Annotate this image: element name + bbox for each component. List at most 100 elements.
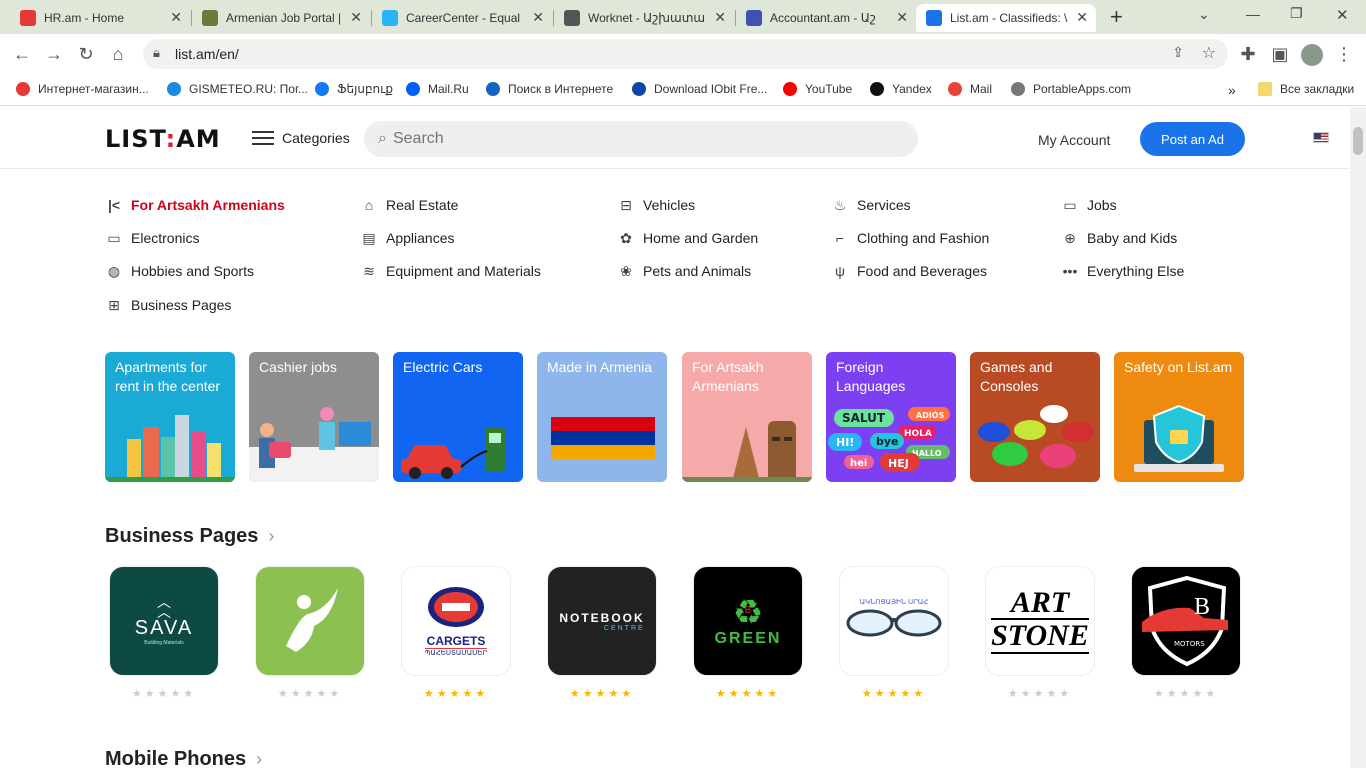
category-everything-else[interactable]: ••• Everything Else <box>1061 262 1185 280</box>
reload-icon[interactable]: ↻ <box>74 42 98 66</box>
city-buildings-icon <box>105 415 235 482</box>
star-icon: ★ <box>1153 688 1167 700</box>
business-b-motors[interactable]: B MOTORS <box>1131 566 1241 676</box>
more-bookmarks-icon[interactable]: » <box>1228 82 1236 98</box>
star-icon: ★ <box>131 688 145 700</box>
promo-tile-cashier-jobs[interactable]: Cashier jobs <box>249 352 379 482</box>
extensions-icon[interactable]: ✚ <box>1236 42 1260 66</box>
bookmark-item[interactable]: Ֆեյսբուք <box>315 82 393 96</box>
tab-worknet[interactable]: Worknet - Աշխատա ✕ <box>554 4 734 32</box>
page-scrollbar[interactable] <box>1350 107 1366 768</box>
rating-stars: ★★★★★ <box>255 687 365 700</box>
category-home-and-garden[interactable]: ✿ Home and Garden <box>617 229 758 247</box>
post-ad-button[interactable]: Post an Ad <box>1140 122 1245 156</box>
close-tab-icon[interactable]: ✕ <box>896 9 908 26</box>
business-green-figure[interactable] <box>255 566 365 676</box>
hr-favicon-icon <box>20 10 36 26</box>
business-cargets[interactable]: CARGETS ՊԱՀԵՍՏԱՄԱՍԵՐ <box>401 566 511 676</box>
search-input[interactable] <box>392 130 873 148</box>
category-food-and-beverages[interactable]: ψ Food and Beverages <box>831 262 987 280</box>
promo-tile-apartments[interactable]: Apartments for rent in the center <box>105 352 235 482</box>
star-icon: ★ <box>170 688 184 700</box>
bookmark-item[interactable]: Поиск в Интернете <box>486 82 613 96</box>
close-tab-icon[interactable]: ✕ <box>532 9 544 26</box>
bookmark-item[interactable]: Mail <box>948 82 992 96</box>
category-baby-and-kids[interactable]: ⊕ Baby and Kids <box>1061 229 1177 247</box>
business-art-stone[interactable]: ART STONE <box>985 566 1095 676</box>
chevron-right-icon: › <box>268 526 275 546</box>
promo-tile-electric-cars[interactable]: Electric Cars <box>393 352 523 482</box>
category-clothing-and-fashion[interactable]: ⌐ Clothing and Fashion <box>831 229 989 247</box>
business-sava[interactable]: ︿ ︿ SAVA Building Materials <box>109 566 219 676</box>
promo-tile-safety[interactable]: Safety on List.am <box>1114 352 1244 482</box>
new-tab-button[interactable]: + <box>1110 4 1123 30</box>
folder-icon <box>1258 82 1272 96</box>
tab-list-am[interactable]: List.am - Classifieds: \ ✕ <box>916 4 1096 32</box>
category-jobs[interactable]: ▭ Jobs <box>1061 196 1116 214</box>
bookmark-item[interactable]: GISMETEO.RU: Пог... <box>167 82 308 96</box>
back-icon[interactable]: ← <box>10 42 34 66</box>
us-flag-icon[interactable] <box>1313 132 1329 143</box>
bookmark-item[interactable]: PortableApps.com <box>1011 82 1131 96</box>
ball-icon: ◍ <box>107 262 121 279</box>
bookmark-star-icon[interactable]: ☆ <box>1202 43 1216 63</box>
bookmark-item[interactable]: YouTube <box>783 82 852 96</box>
category-for-artsakh-armenians[interactable]: |< For Artsakh Armenians <box>105 196 285 214</box>
category-pets-and-animals[interactable]: ❀ Pets and Animals <box>617 262 751 280</box>
close-tab-icon[interactable]: ✕ <box>350 9 362 26</box>
bookmark-item[interactable]: Интернет-магазин... <box>16 82 149 96</box>
profile-avatar[interactable] <box>1301 44 1323 66</box>
close-window-icon[interactable]: ✕ <box>1336 6 1349 24</box>
bookmark-item[interactable]: Yandex <box>870 82 932 96</box>
star-icon: ★ <box>913 688 927 700</box>
star-icon: ★ <box>462 688 476 700</box>
tab-accountant[interactable]: Accountant.am - Աշ ✕ <box>736 4 916 32</box>
category-electronics[interactable]: ▭ Electronics <box>105 229 199 247</box>
tab-search-chevron-icon[interactable]: ⌄ <box>1198 6 1210 23</box>
category-services[interactable]: ♨ Services <box>831 196 911 214</box>
forward-icon[interactable]: → <box>42 42 66 66</box>
promo-tile-games-consoles[interactable]: Games and Consoles <box>970 352 1100 482</box>
all-bookmarks-folder[interactable]: Все закладки <box>1258 82 1354 96</box>
menu-icon[interactable]: ⋮ <box>1332 42 1356 66</box>
tab-hr-am[interactable]: HR.am - Home ✕ <box>10 4 190 32</box>
home-icon[interactable]: ⌂ <box>106 42 130 66</box>
close-tab-icon[interactable]: ✕ <box>714 9 726 26</box>
close-tab-icon[interactable]: ✕ <box>1076 9 1088 26</box>
business-green[interactable]: ♻ B GREEN <box>693 566 803 676</box>
cashier-illustration-icon <box>249 407 379 482</box>
scrollbar-thumb[interactable] <box>1353 127 1363 155</box>
mobile-phones-heading[interactable]: Mobile Phones › <box>105 748 262 768</box>
business-pages-heading[interactable]: Business Pages › <box>105 525 274 548</box>
chevron-right-icon: › <box>256 749 263 768</box>
promo-tile-foreign-languages[interactable]: Foreign Languages SALUT ADIÓS HOLA HI! b… <box>826 352 956 482</box>
categories-button[interactable]: Categories <box>252 127 350 149</box>
laptop-icon: ▭ <box>107 229 121 246</box>
my-account-link[interactable]: My Account <box>1038 132 1110 148</box>
search-icon: ⌕ <box>378 130 387 147</box>
bookmark-item[interactable]: Mail.Ru <box>406 82 469 96</box>
restore-icon[interactable]: ❐ <box>1290 5 1303 22</box>
tab-armenian-job-portal[interactable]: Armenian Job Portal | ✕ <box>192 4 370 32</box>
business-notebook-centre[interactable]: NOTEBOOK CENTRE <box>547 566 657 676</box>
search-bar[interactable]: ⌕ <box>364 121 918 157</box>
close-tab-icon[interactable]: ✕ <box>170 9 182 26</box>
category-vehicles[interactable]: ⊟ Vehicles <box>617 196 695 214</box>
tab-careercenter[interactable]: CareerCenter - Equal ✕ <box>372 4 552 32</box>
minimize-icon[interactable]: — <box>1246 6 1260 22</box>
business-optics-salon[interactable]: ԱԿՆՈՑԱՅԻՆ ՍՐԱՀ <box>839 566 949 676</box>
address-bar[interactable]: 🔒︎ list.am/en/ ⇪ ☆ <box>143 39 1228 69</box>
category-hobbies-and-sports[interactable]: ◍ Hobbies and Sports <box>105 262 254 280</box>
category-equipment-and-materials[interactable]: ≋ Equipment and Materials <box>360 262 541 280</box>
list-am-logo[interactable]: LIST:AM <box>105 125 221 153</box>
category-appliances[interactable]: ▤ Appliances <box>360 229 454 247</box>
promo-tile-artsakh[interactable]: For Artsakh Armenians <box>682 352 812 482</box>
side-panel-icon[interactable]: ▣ <box>1268 42 1292 66</box>
promo-tile-made-in-armenia[interactable]: Made in Armenia <box>537 352 667 482</box>
bookmark-item[interactable]: Download IObit Fre... <box>632 82 767 96</box>
share-icon[interactable]: ⇪ <box>1172 44 1184 61</box>
category-real-estate[interactable]: ⌂ Real Estate <box>360 196 459 214</box>
star-icon: ★ <box>1192 688 1206 700</box>
accountant-favicon-icon <box>746 10 762 26</box>
category-business-pages[interactable]: ⊞ Business Pages <box>105 296 231 314</box>
